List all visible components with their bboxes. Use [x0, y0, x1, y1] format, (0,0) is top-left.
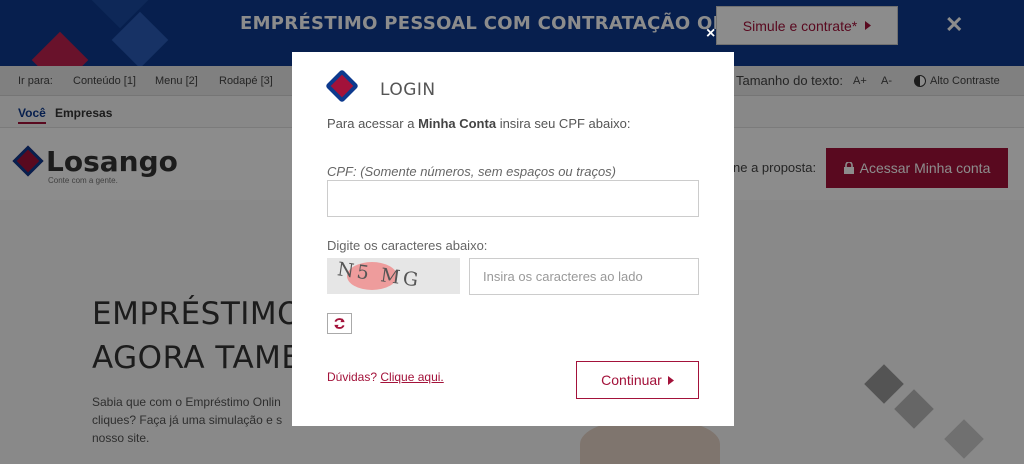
refresh-icon: [334, 318, 345, 329]
help-prefix: Dúvidas?: [327, 370, 378, 384]
intro-prefix: Para acessar a: [327, 116, 415, 131]
help-text: Dúvidas? Clique aqui.: [327, 370, 444, 384]
continue-button[interactable]: Continuar: [576, 361, 699, 399]
cpf-label: CPF: (Somente números, sem espaços ou tr…: [327, 164, 617, 179]
caret-right-icon: [667, 375, 674, 385]
intro-bold: Minha Conta: [418, 116, 497, 131]
modal-close-icon[interactable]: ×: [706, 25, 715, 43]
continue-label: Continuar: [601, 372, 662, 388]
modal-title: LOGIN: [380, 80, 436, 100]
losango-logo-icon: [325, 69, 359, 103]
cpf-input[interactable]: [327, 180, 699, 217]
intro-suffix: insira seu CPF abaixo:: [499, 116, 631, 131]
captcha-input[interactable]: [469, 258, 699, 295]
captcha-label: Digite os caracteres abaixo:: [327, 238, 488, 253]
modal-intro: Para acessar a Minha Conta insira seu CP…: [327, 116, 630, 131]
refresh-captcha-button[interactable]: [327, 313, 352, 334]
captcha-image: N5 MG: [327, 258, 460, 294]
help-link[interactable]: Clique aqui.: [380, 370, 443, 384]
login-modal: LOGIN Para acessar a Minha Conta insira …: [292, 52, 734, 426]
